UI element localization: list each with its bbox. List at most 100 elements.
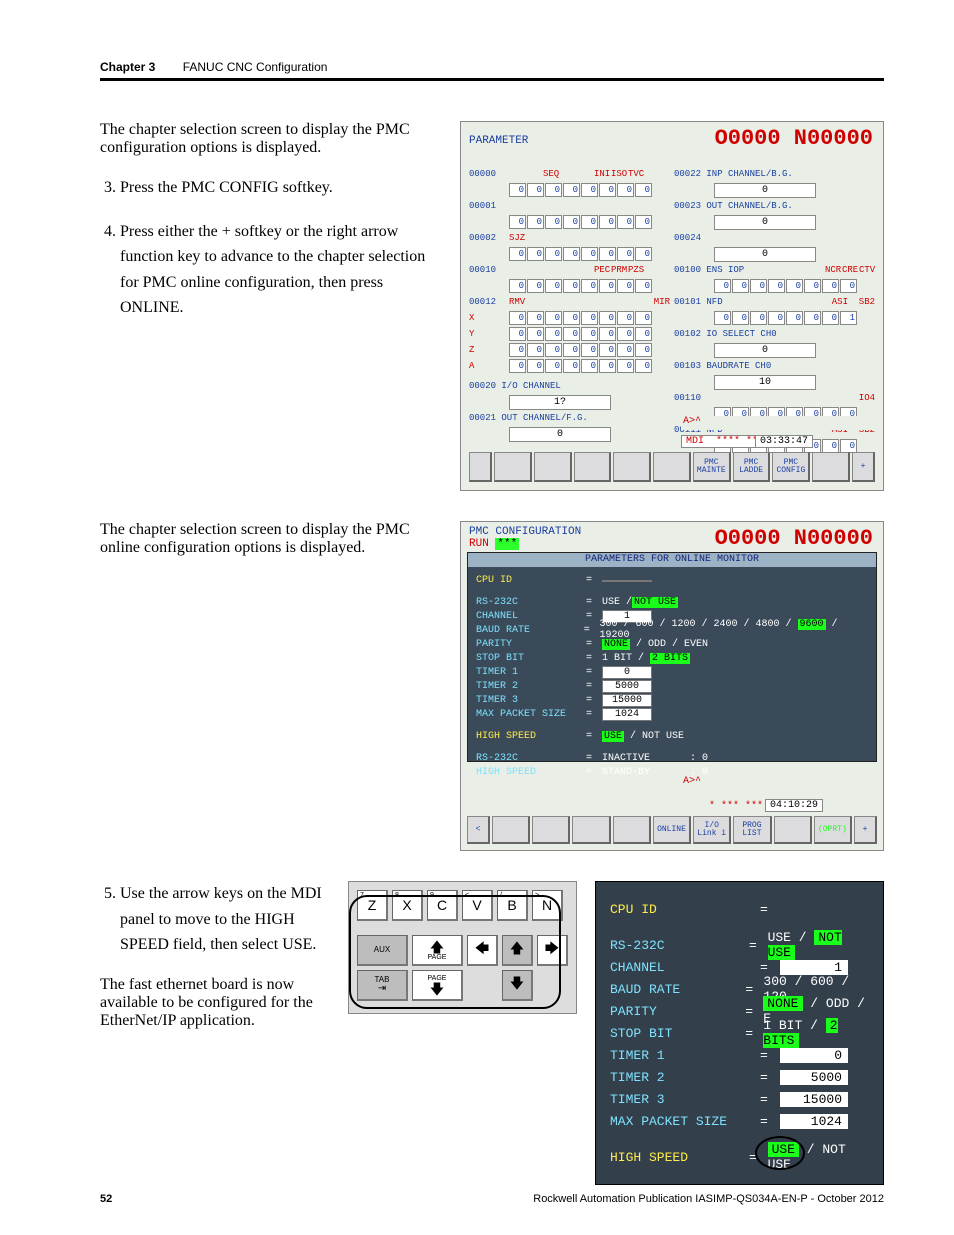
p-00001-cells[interactable]: 00000000 [509,215,652,229]
detail-value[interactable]: 1 [780,960,848,975]
detail-line-12: HIGH SPEED=USE / NOT USE [610,1146,869,1168]
config-line-9: TIMER 3=15000 [476,693,868,707]
s2-sk-oprt[interactable]: (OPRT) [814,816,852,844]
config-value[interactable]: 5000 [602,680,652,693]
lab-asi-1: ASI [832,297,848,307]
detail-value[interactable] [780,902,848,917]
p-00021: 00021 OUT CHANNEL/F.G. [469,413,588,423]
sk-9[interactable] [812,452,850,482]
p-00102-val[interactable]: 0 [714,343,816,358]
sk-pmc-ladde[interactable]: PMC LADDE [733,452,771,482]
s2-sk-proglist[interactable]: PROG LIST [733,816,771,844]
sk-pmc-config[interactable]: PMC CONFIG [772,452,810,482]
detail-value[interactable]: USE / NOT USE [768,930,869,960]
online-monitor-title: PARAMETERS FOR ONLINE MONITOR [468,553,876,567]
axis-z: Z [469,345,509,355]
config-label: PARITY [476,639,586,650]
config-value[interactable]: 1024 [602,708,652,721]
config-value[interactable]: 1 BIT / 2 BITS [602,653,690,664]
p-00021-val[interactable]: 0 [509,427,611,442]
p-00100-cells[interactable]: 00000000 [714,279,857,293]
detail-label: MAX PACKET SIZE [610,1114,760,1129]
p-00010-cells[interactable]: 00000000 [509,279,652,293]
detail-line-8: TIMER 2=5000 [610,1066,869,1088]
lab-sjz: SJZ [509,233,525,243]
sk-5[interactable] [653,452,691,482]
s2-sk-3[interactable] [572,816,610,844]
detail-value[interactable]: 1 BIT / 2 BITS [763,1018,869,1048]
p-00001: 00001 [469,201,509,211]
s2-sk-8[interactable] [774,816,812,844]
p-00002-cells[interactable]: 00000000 [509,247,652,261]
s2-sk-online[interactable]: ONLINE [653,816,691,844]
detail-line-7: TIMER 1=0 [610,1044,869,1066]
config-value[interactable]: 0 [602,666,652,679]
detail-label: TIMER 2 [610,1070,760,1085]
intro-para-1: The chapter selection screen to display … [100,121,440,157]
config-line-4: BAUD RATE=300 / 600 / 1200 / 2400 / 4800… [476,623,868,637]
detail-value[interactable]: USE / NOT USE [768,1142,869,1172]
s2-stars: * *** *** [709,801,763,812]
sk-4[interactable] [613,452,651,482]
page-header: Chapter 3 FANUC CNC Configuration [100,60,884,81]
sk-1[interactable] [494,452,532,482]
p-00023-val[interactable]: 0 [714,215,816,230]
config-line-2: RS-232C=USE /NOT USE [476,595,868,609]
s2-sk-left[interactable]: < [467,816,490,844]
config-value[interactable]: INACTIVE: 0 [602,753,708,764]
col-seq: SEQ [543,169,559,179]
sk-plus[interactable]: + [852,452,875,482]
s2-sk-1[interactable] [492,816,530,844]
p-00100: 00100 ENS IOP [674,265,744,275]
detail-value[interactable]: 1024 [780,1114,848,1129]
softkey-row-2: < ONLINE I/O Link i PROG LIST (OPRT) + [467,816,877,844]
p-00020-val[interactable]: 1? [509,395,611,410]
p-00024-val[interactable]: 0 [714,247,816,262]
config-value[interactable]: USE /NOT USE [602,597,678,608]
p-00000-cells[interactable]: 00000000 [509,183,652,197]
p-00103-val[interactable]: 10 [714,375,816,390]
step-3: Press the PMC CONFIG softkey. [120,175,440,201]
page-number: 52 [100,1193,112,1205]
detail-value[interactable]: 15000 [780,1092,848,1107]
detail-value[interactable]: 0 [780,1048,848,1063]
axis-z-cells[interactable]: 00000000 [509,343,652,357]
detail-value[interactable]: 5000 [780,1070,848,1085]
config-value[interactable]: NONE / ODD / EVEN [602,639,708,650]
input-line[interactable]: A>^ [681,416,875,430]
s2-sk-4[interactable] [613,816,651,844]
axis-a-cells[interactable]: 00000000 [509,359,652,373]
config-value[interactable]: USE / NOT USE [602,731,684,742]
sk-2[interactable] [534,452,572,482]
config-detail: CPU ID=RS-232C=USE / NOT USECHANNEL=1BAU… [595,881,884,1185]
config-line-8: TIMER 2=5000 [476,679,868,693]
sk-3[interactable] [574,452,612,482]
pmc-config-screen: PMC CONFIGURATION O0000 N00000 RUN *** P… [460,521,884,851]
s2-input-line[interactable]: A>^ [681,776,877,790]
detail-label: RS-232C [610,938,749,953]
s2-sk-plus[interactable]: + [854,816,877,844]
sk-left[interactable] [469,452,492,482]
lab-io4: IO4 [859,393,875,403]
config-label: HIGH SPEED [476,767,586,778]
config-value[interactable]: 15000 [602,694,652,707]
step-4: Press either the + softkey or the right … [120,219,440,321]
col-prm: PRM [611,265,627,275]
col-tvc: TVC [628,169,644,179]
config-label: HIGH SPEED [476,731,586,742]
config-value[interactable] [602,575,652,586]
intro-para-2: The chapter selection screen to display … [100,521,440,557]
detail-label: TIMER 3 [610,1092,760,1107]
col-ini: INI [594,169,610,179]
sk-pmc-mainte[interactable]: PMC MAINTE [693,452,731,482]
s2-sk-2[interactable] [532,816,570,844]
p-00022-val[interactable]: 0 [714,183,816,198]
p-00101-cells[interactable]: 00000001 [714,311,857,325]
config-line-14: RS-232C=INACTIVE: 0 [476,751,868,765]
axis-y-cells[interactable]: 00000000 [509,327,652,341]
p-00103: 00103 BAUDRATE CH0 [674,361,771,371]
s2-sk-iolink[interactable]: I/O Link i [693,816,731,844]
col-pec: PEC [594,265,610,275]
s2-title: PMC CONFIGURATION [469,526,581,538]
axis-x-cells[interactable]: 00000000 [509,311,652,325]
